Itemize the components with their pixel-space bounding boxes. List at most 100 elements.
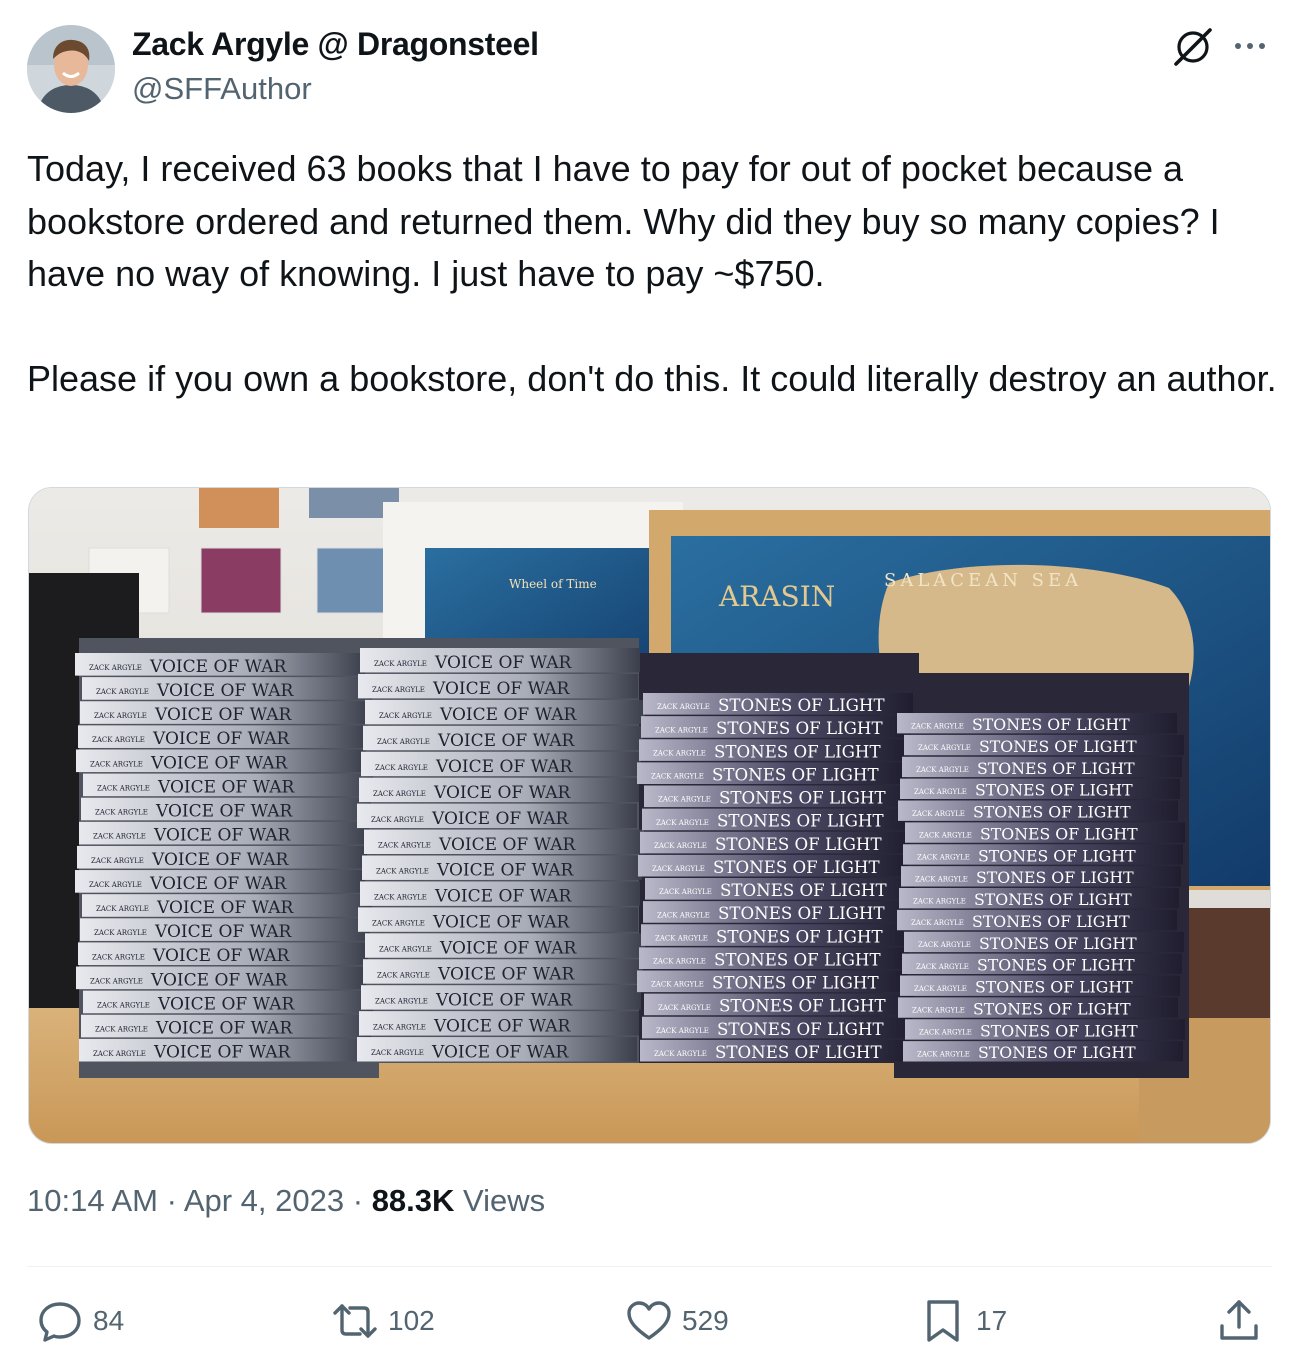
- tweet-photo[interactable]: Wheel of Time ARASIN SALACEAN SEA ZACK A…: [28, 487, 1271, 1144]
- repost-button[interactable]: 102: [330, 1296, 435, 1346]
- share-icon: [1220, 1300, 1258, 1340]
- spine-author: ZACK ARGYLE: [90, 760, 143, 768]
- avatar[interactable]: [27, 25, 115, 113]
- spine-author: ZACK ARGYLE: [376, 868, 429, 876]
- bookmark-icon: [927, 1300, 959, 1342]
- spine-author: ZACK ARGYLE: [92, 953, 145, 961]
- spine-title: VOICE OF WAR: [431, 1042, 569, 1062]
- meta-separator: ·: [157, 1183, 184, 1218]
- spine-author: ZACK ARGYLE: [657, 703, 710, 711]
- bookmark-button[interactable]: 17: [918, 1296, 1007, 1346]
- spine-title: VOICE OF WAR: [434, 653, 572, 673]
- more-icon[interactable]: [1230, 34, 1270, 58]
- map-wheel-label: Wheel of Time: [509, 577, 597, 591]
- spine-title: VOICE OF WAR: [149, 657, 287, 677]
- author-display-name[interactable]: Zack Argyle @ Dragonsteel: [132, 26, 539, 63]
- spine-title: STONES OF LIGHT: [980, 824, 1138, 843]
- spine-title: STONES OF LIGHT: [977, 759, 1135, 778]
- spine-title: STONES OF LIGHT: [975, 978, 1133, 997]
- share-button[interactable]: [1214, 1296, 1264, 1346]
- grok-icon[interactable]: [1172, 26, 1214, 68]
- spine-author: ZACK ARGYLE: [93, 833, 146, 841]
- spine-title: VOICE OF WAR: [435, 757, 573, 777]
- like-count: 529: [682, 1305, 729, 1336]
- spine-title: STONES OF LIGHT: [720, 881, 887, 900]
- spine-author: ZACK ARGYLE: [651, 773, 704, 781]
- reply-button[interactable]: 84: [35, 1296, 124, 1346]
- spine-author: ZACK ARGYLE: [655, 726, 708, 734]
- spine-author: ZACK ARGYLE: [379, 945, 432, 953]
- spine-author: ZACK ARGYLE: [94, 929, 147, 937]
- like-button[interactable]: 529: [624, 1296, 729, 1346]
- spine-author: ZACK ARGYLE: [911, 722, 964, 730]
- spine-author: ZACK ARGYLE: [92, 736, 145, 744]
- spine-title: STONES OF LIGHT: [713, 858, 880, 877]
- spine-author: ZACK ARGYLE: [373, 790, 426, 798]
- spine-author: ZACK ARGYLE: [917, 854, 970, 862]
- spine-title: STONES OF LIGHT: [978, 1043, 1136, 1062]
- spine-title: STONES OF LIGHT: [979, 737, 1137, 756]
- spine-author: ZACK ARGYLE: [91, 857, 144, 865]
- spine-title: VOICE OF WAR: [431, 809, 569, 829]
- reply-icon: [39, 1302, 81, 1342]
- spine-title: STONES OF LIGHT: [979, 934, 1137, 953]
- spine-title: STONES OF LIGHT: [718, 904, 885, 923]
- spine-author: ZACK ARGYLE: [371, 1049, 424, 1057]
- spine-author: ZACK ARGYLE: [916, 766, 969, 774]
- spine-title: STONES OF LIGHT: [974, 890, 1132, 909]
- spine-author: ZACK ARGYLE: [373, 1023, 426, 1031]
- spine-title: VOICE OF WAR: [155, 1019, 293, 1039]
- spine-title: VOICE OF WAR: [156, 898, 294, 918]
- spine-title: VOICE OF WAR: [432, 679, 570, 699]
- spine-title: STONES OF LIGHT: [712, 974, 879, 993]
- spine-title: STONES OF LIGHT: [715, 835, 882, 854]
- views-label: Views: [454, 1183, 546, 1218]
- views-count: 88.3K: [371, 1183, 455, 1218]
- spine-author: ZACK ARGYLE: [377, 738, 430, 746]
- spine-title: VOICE OF WAR: [154, 705, 292, 725]
- spine-author: ZACK ARGYLE: [652, 865, 705, 873]
- spine-title: VOICE OF WAR: [150, 970, 288, 990]
- spine-author: ZACK ARGYLE: [372, 920, 425, 928]
- tweet-text: Today, I received 63 books that I have t…: [27, 148, 1277, 399]
- spine-title: STONES OF LIGHT: [976, 868, 1134, 887]
- spine-author: ZACK ARGYLE: [93, 1050, 146, 1058]
- spine-author: ZACK ARGYLE: [96, 688, 149, 696]
- reply-count: 84: [93, 1305, 125, 1336]
- author-handle[interactable]: @SFFAuthor: [132, 71, 312, 107]
- spine-author: ZACK ARGYLE: [654, 842, 707, 850]
- spine-author: ZACK ARGYLE: [912, 1007, 965, 1015]
- spine-title: VOICE OF WAR: [149, 874, 287, 894]
- spine-author: ZACK ARGYLE: [659, 888, 712, 896]
- map-sea-label: SALACEAN SEA: [884, 570, 1082, 591]
- bookmark-count: 17: [976, 1305, 1008, 1336]
- spine-author: ZACK ARGYLE: [918, 744, 971, 752]
- spine-title: VOICE OF WAR: [153, 826, 291, 846]
- spine-author: ZACK ARGYLE: [89, 664, 142, 672]
- spine-author: ZACK ARGYLE: [656, 819, 709, 827]
- spine-title: STONES OF LIGHT: [716, 927, 883, 946]
- tweet-time[interactable]: 10:14 AM: [27, 1183, 158, 1218]
- spine-author: ZACK ARGYLE: [655, 934, 708, 942]
- spine-title: VOICE OF WAR: [153, 1043, 291, 1063]
- spine-title: STONES OF LIGHT: [978, 846, 1136, 865]
- spine-title: VOICE OF WAR: [439, 705, 577, 725]
- tweet-date[interactable]: Apr 4, 2023: [184, 1183, 344, 1218]
- spine-title: STONES OF LIGHT: [714, 950, 881, 969]
- spine-title: VOICE OF WAR: [152, 946, 290, 966]
- spine-title: VOICE OF WAR: [436, 861, 574, 881]
- spine-title: STONES OF LIGHT: [718, 696, 885, 715]
- spine-title: VOICE OF WAR: [151, 850, 289, 870]
- spine-title: VOICE OF WAR: [434, 887, 572, 907]
- spine-title: STONES OF LIGHT: [972, 912, 1130, 931]
- spine-title: STONES OF LIGHT: [716, 719, 883, 738]
- spine-title: STONES OF LIGHT: [719, 789, 886, 808]
- spine-author: ZACK ARGYLE: [918, 941, 971, 949]
- spine-title: VOICE OF WAR: [157, 994, 295, 1014]
- spine-title: STONES OF LIGHT: [712, 765, 879, 784]
- repost-icon: [333, 1304, 377, 1338]
- spine-title: STONES OF LIGHT: [972, 715, 1130, 734]
- spine-title: VOICE OF WAR: [152, 729, 290, 749]
- spine-author: ZACK ARGYLE: [911, 919, 964, 927]
- spine-title: VOICE OF WAR: [433, 1016, 571, 1036]
